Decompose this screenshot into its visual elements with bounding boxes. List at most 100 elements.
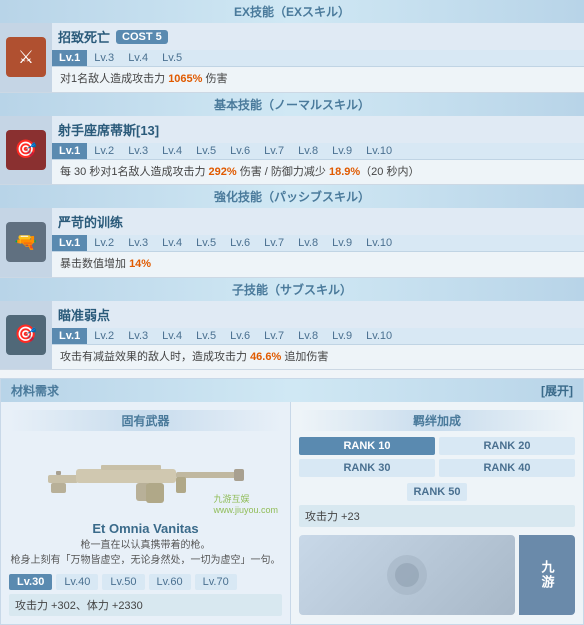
passive-skill-name-row: 严苛的训练 [52, 208, 584, 235]
sub-level-5[interactable]: Lv.5 [189, 328, 223, 344]
sub-level-9[interactable]: Lv.9 [325, 328, 359, 344]
weapon-img-area: 九游互娱www.jiuyou.com [9, 437, 282, 517]
normal-level-7[interactable]: Lv.7 [257, 143, 291, 159]
sub-level-2[interactable]: Lv.2 [87, 328, 121, 344]
passive-level-10[interactable]: Lv.10 [359, 235, 399, 251]
normal-level-4[interactable]: Lv.4 [155, 143, 189, 159]
ex-skill-icon: ⚔ [6, 37, 46, 77]
passive-level-7[interactable]: Lv.7 [257, 235, 291, 251]
ex-skill-icon-container: ⚔ [0, 23, 52, 92]
ex-level-1[interactable]: Lv.1 [52, 50, 87, 66]
passive-level-8[interactable]: Lv.8 [291, 235, 325, 251]
expand-btn[interactable]: [展开] [541, 382, 573, 399]
passive-level-3[interactable]: Lv.3 [121, 235, 155, 251]
ex-skill-levels: Lv.1 Lv.3 Lv.4 Lv.5 [52, 50, 584, 67]
normal-skill-icon: 🎯 [6, 130, 46, 170]
passive-level-9[interactable]: Lv.9 [325, 235, 359, 251]
weapon-panel: 固有武器 [1, 402, 291, 624]
normal-level-10[interactable]: Lv.10 [359, 143, 399, 159]
weapon-level-60[interactable]: Lv.60 [149, 574, 191, 590]
passive-level-6[interactable]: Lv.6 [223, 235, 257, 251]
sub-skill-icon: 🎯 [6, 315, 46, 355]
weapon-stats: 攻击力 +302、体力 +2330 [9, 594, 282, 616]
ex-skill-cost: COST 5 [116, 30, 168, 44]
normal-level-1[interactable]: Lv.1 [52, 143, 87, 159]
nine-game-badge: 九游 [519, 535, 575, 615]
passive-skill-header: 強化技能（パッシブスキル） [0, 185, 584, 208]
sub-level-8[interactable]: Lv.8 [291, 328, 325, 344]
normal-level-8[interactable]: Lv.8 [291, 143, 325, 159]
normal-level-2[interactable]: Lv.2 [87, 143, 121, 159]
passive-skill-icon-container: 🔫 [0, 208, 52, 277]
normal-skill-section: 基本技能（ノーマルスキル） 🎯 射手座席蒂斯[13] Lv.1 Lv.2 Lv.… [0, 93, 584, 186]
weapon-level-30[interactable]: Lv.30 [9, 574, 52, 590]
normal-level-5[interactable]: Lv.5 [189, 143, 223, 159]
ex-level-4[interactable]: Lv.4 [121, 50, 155, 66]
normal-skill-header: 基本技能（ノーマルスキル） [0, 93, 584, 116]
normal-level-9[interactable]: Lv.9 [325, 143, 359, 159]
ex-level-3[interactable]: Lv.3 [87, 50, 121, 66]
passive-skill-row: 🔫 严苛的训练 Lv.1 Lv.2 Lv.3 Lv.4 Lv.5 Lv.6 Lv… [0, 208, 584, 278]
rank-btn-10[interactable]: RANK 10 [299, 437, 435, 455]
passive-level-5[interactable]: Lv.5 [189, 235, 223, 251]
normal-level-3[interactable]: Lv.3 [121, 143, 155, 159]
normal-skill-name: 射手座席蒂斯[13] [58, 120, 159, 139]
passive-level-4[interactable]: Lv.4 [155, 235, 189, 251]
sub-skill-icon-container: 🎯 [0, 301, 52, 370]
bottom-image-placeholder [299, 535, 515, 615]
passive-skill-icon: 🔫 [6, 222, 46, 262]
weapon-level-40[interactable]: Lv.40 [56, 574, 98, 590]
weapon-panel-title: 固有武器 [9, 410, 282, 431]
sub-skill-name: 瞄准弱点 [58, 305, 110, 324]
materials-header: 材料需求 [展开] [1, 379, 583, 402]
weapon-levels: Lv.30 Lv.40 Lv.50 Lv.60 Lv.70 [9, 574, 282, 590]
rank-btn-30[interactable]: RANK 30 [299, 459, 435, 477]
normal-skill-value1: 292% [209, 166, 237, 178]
ex-skill-header: EX技能（EXスキル） [0, 0, 584, 23]
watermark: 九游互娱www.jiuyou.com [213, 492, 278, 515]
normal-skill-content: 射手座席蒂斯[13] Lv.1 Lv.2 Lv.3 Lv.4 Lv.5 Lv.6… [52, 116, 584, 185]
sub-level-1[interactable]: Lv.1 [52, 328, 87, 344]
passive-level-1[interactable]: Lv.1 [52, 235, 87, 251]
sub-skill-content: 瞄准弱点 Lv.1 Lv.2 Lv.3 Lv.4 Lv.5 Lv.6 Lv.7 … [52, 301, 584, 370]
rank-btn-40[interactable]: RANK 40 [439, 459, 575, 477]
sub-level-6[interactable]: Lv.6 [223, 328, 257, 344]
passive-skill-value: 14% [129, 258, 151, 270]
weapon-desc: 枪一直在以认真携带着的枪。 枪身上刻有「万物皆虚空，无论身然处，一切为虚空」一句… [9, 538, 282, 568]
normal-level-6[interactable]: Lv.6 [223, 143, 257, 159]
ex-skill-desc: 对1名敌人造成攻击力 1065% 伤害 [52, 67, 584, 92]
sub-skill-value: 46.6% [250, 351, 281, 363]
rank-single-50: RANK 50 [299, 483, 575, 501]
ex-skill-section: EX技能（EXスキル） ⚔ 招致死亡 COST 5 Lv.1 Lv.3 Lv.4… [0, 0, 584, 93]
rank-btn-20[interactable]: RANK 20 [439, 437, 575, 455]
ex-skill-value: 1065% [168, 73, 202, 85]
normal-skill-name-row: 射手座席蒂斯[13] [52, 116, 584, 143]
bottom-decoration [357, 545, 457, 605]
passive-skill-levels: Lv.1 Lv.2 Lv.3 Lv.4 Lv.5 Lv.6 Lv.7 Lv.8 … [52, 235, 584, 252]
passive-skill-name: 严苛的训练 [58, 212, 123, 231]
sub-skill-desc: 攻击有减益效果的敌人时，造成攻击力 46.6% 追加伤害 [52, 345, 584, 370]
ex-skill-name-row: 招致死亡 COST 5 [52, 23, 584, 50]
materials-body: 固有武器 [1, 402, 583, 624]
sub-skill-row: 🎯 瞄准弱点 Lv.1 Lv.2 Lv.3 Lv.4 Lv.5 Lv.6 Lv.… [0, 301, 584, 371]
normal-skill-levels: Lv.1 Lv.2 Lv.3 Lv.4 Lv.5 Lv.6 Lv.7 Lv.8 … [52, 143, 584, 160]
normal-skill-row: 🎯 射手座席蒂斯[13] Lv.1 Lv.2 Lv.3 Lv.4 Lv.5 Lv… [0, 116, 584, 186]
sub-skill-levels: Lv.1 Lv.2 Lv.3 Lv.4 Lv.5 Lv.6 Lv.7 Lv.8 … [52, 328, 584, 345]
weapon-level-50[interactable]: Lv.50 [102, 574, 144, 590]
sub-level-7[interactable]: Lv.7 [257, 328, 291, 344]
ex-skill-name: 招致死亡 [58, 27, 110, 46]
ex-skill-row: ⚔ 招致死亡 COST 5 Lv.1 Lv.3 Lv.4 Lv.5 对1名敌人造… [0, 23, 584, 93]
rank-btn-50[interactable]: RANK 50 [407, 483, 466, 501]
sub-skill-header: 子技能（サブスキル） [0, 278, 584, 301]
bottom-area: 九游 [299, 535, 575, 615]
sub-level-3[interactable]: Lv.3 [121, 328, 155, 344]
passive-level-2[interactable]: Lv.2 [87, 235, 121, 251]
weapon-level-70[interactable]: Lv.70 [195, 574, 237, 590]
ex-level-5[interactable]: Lv.5 [155, 50, 189, 66]
ex-skill-content: 招致死亡 COST 5 Lv.1 Lv.3 Lv.4 Lv.5 对1名敌人造成攻… [52, 23, 584, 92]
materials-section: 材料需求 [展开] 固有武器 [0, 378, 584, 625]
sub-level-4[interactable]: Lv.4 [155, 328, 189, 344]
sub-level-10[interactable]: Lv.10 [359, 328, 399, 344]
rank-panel-title: 羁绊加成 [299, 410, 575, 431]
sub-skill-section: 子技能（サブスキル） 🎯 瞄准弱点 Lv.1 Lv.2 Lv.3 Lv.4 Lv… [0, 278, 584, 371]
